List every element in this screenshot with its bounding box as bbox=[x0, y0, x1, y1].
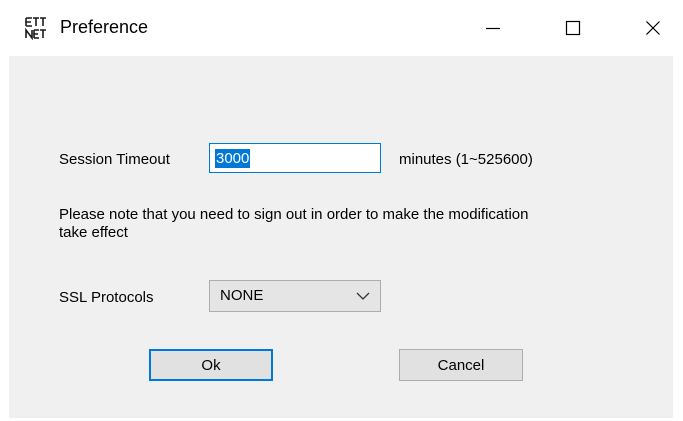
minimize-icon bbox=[486, 27, 500, 30]
minutes-range-label: minutes (1~525600) bbox=[399, 151, 533, 168]
maximize-button[interactable] bbox=[550, 0, 596, 56]
session-timeout-input[interactable]: 3000 bbox=[209, 143, 381, 173]
window-title: Preference bbox=[60, 17, 149, 37]
dialog-client-area: Session Timeout 3000 minutes (1~525600) … bbox=[9, 56, 673, 418]
preference-window: Preference Session Timeout 3000 minutes … bbox=[0, 0, 683, 421]
ok-button[interactable]: Ok bbox=[149, 349, 273, 381]
chevron-down-icon bbox=[356, 292, 370, 300]
session-timeout-value[interactable]: 3000 bbox=[215, 149, 251, 168]
sign-out-note: Please note that you need to sign out in… bbox=[59, 206, 529, 241]
close-icon bbox=[646, 21, 660, 35]
maximize-icon bbox=[565, 20, 581, 36]
app-logo-icon bbox=[25, 17, 46, 40]
ssl-protocols-selected: NONE bbox=[220, 287, 264, 304]
ssl-protocols-dropdown[interactable]: NONE bbox=[209, 280, 381, 312]
minimize-button[interactable] bbox=[470, 0, 516, 56]
cancel-button[interactable]: Cancel bbox=[399, 349, 523, 381]
close-button[interactable] bbox=[630, 0, 676, 56]
ssl-protocols-label: SSL Protocols bbox=[59, 289, 154, 306]
session-timeout-label: Session Timeout bbox=[59, 151, 170, 168]
title-bar[interactable]: Preference bbox=[0, 0, 683, 56]
